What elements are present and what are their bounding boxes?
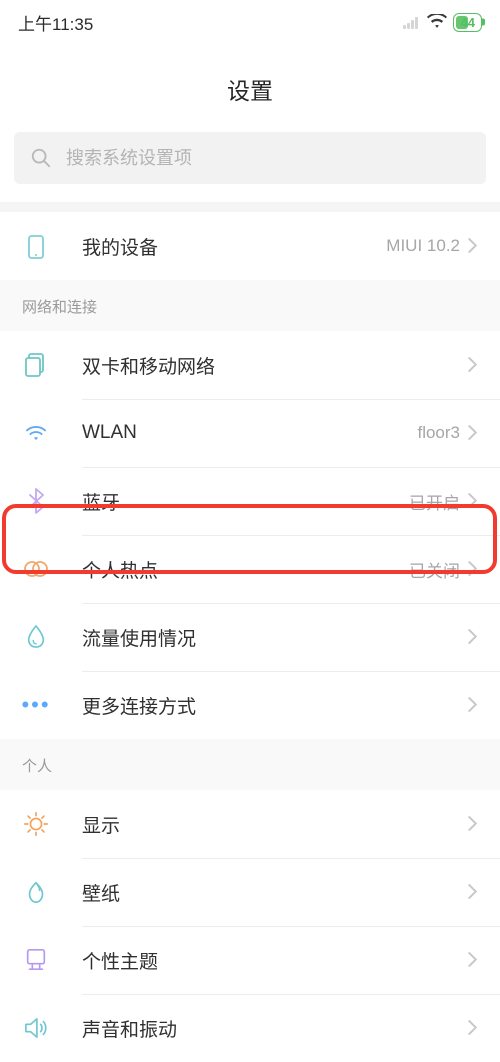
chevron-right-icon	[468, 238, 478, 254]
row-my-device[interactable]: 我的设备 MIUI 10.2	[0, 212, 500, 280]
phone-icon	[22, 232, 50, 260]
row-themes[interactable]: 个性主题	[0, 926, 500, 994]
row-sim-network[interactable]: 双卡和移动网络	[0, 331, 500, 399]
theme-icon	[22, 946, 50, 974]
page-header: 设置	[0, 44, 500, 128]
chevron-right-icon	[468, 561, 478, 577]
chevron-right-icon	[468, 697, 478, 713]
status-time: 上午11:35	[18, 10, 93, 35]
display-icon	[22, 810, 50, 838]
search-bar[interactable]	[14, 132, 486, 184]
search-container	[0, 128, 500, 202]
chevron-right-icon	[468, 884, 478, 900]
section-header-network: 网络和连接	[0, 280, 500, 331]
wifi-icon	[427, 14, 447, 30]
row-wlan[interactable]: WLAN floor3	[0, 399, 500, 467]
row-value: MIUI 10.2	[386, 236, 460, 256]
row-value: 已开启	[409, 489, 460, 514]
chevron-right-icon	[468, 816, 478, 832]
bluetooth-icon	[22, 487, 50, 515]
battery-indicator: 44	[453, 13, 482, 32]
hotspot-icon	[22, 555, 50, 583]
row-hotspot[interactable]: 个人热点 已关闭	[0, 535, 500, 603]
signal-icon	[403, 15, 421, 29]
chevron-right-icon	[468, 493, 478, 509]
row-label: 流量使用情况	[82, 624, 468, 651]
status-bar: 上午11:35 44	[0, 0, 500, 44]
row-label: 蓝牙	[82, 488, 409, 515]
row-value: floor3	[417, 423, 460, 443]
row-label: 声音和振动	[82, 1015, 468, 1042]
more-icon: •••	[22, 691, 50, 719]
wlan-icon	[22, 419, 50, 447]
row-label: 个性主题	[82, 947, 468, 974]
row-label: 显示	[82, 811, 468, 838]
wallpaper-icon	[22, 878, 50, 906]
row-data-usage[interactable]: 流量使用情况	[0, 603, 500, 671]
row-sound[interactable]: 声音和振动	[0, 994, 500, 1062]
row-label: WLAN	[82, 422, 417, 444]
row-value: 已关闭	[409, 557, 460, 582]
search-icon	[30, 147, 52, 169]
row-label: 个人热点	[82, 556, 409, 583]
chevron-right-icon	[468, 357, 478, 373]
chevron-right-icon	[468, 425, 478, 441]
row-wallpaper[interactable]: 壁纸	[0, 858, 500, 926]
row-label: 壁纸	[82, 879, 468, 906]
row-label: 双卡和移动网络	[82, 352, 468, 379]
data-usage-icon	[22, 623, 50, 651]
sound-icon	[22, 1014, 50, 1042]
row-display[interactable]: 显示	[0, 790, 500, 858]
sim-icon	[22, 351, 50, 379]
status-indicators: 44	[403, 13, 482, 32]
row-more-connections[interactable]: ••• 更多连接方式	[0, 671, 500, 739]
row-label: 更多连接方式	[82, 692, 468, 719]
chevron-right-icon	[468, 952, 478, 968]
page-title: 设置	[0, 72, 500, 106]
search-input[interactable]	[66, 148, 470, 169]
row-bluetooth[interactable]: 蓝牙 已开启	[0, 467, 500, 535]
chevron-right-icon	[468, 629, 478, 645]
section-header-personal: 个人	[0, 739, 500, 790]
chevron-right-icon	[468, 1020, 478, 1036]
row-label: 我的设备	[82, 233, 386, 260]
